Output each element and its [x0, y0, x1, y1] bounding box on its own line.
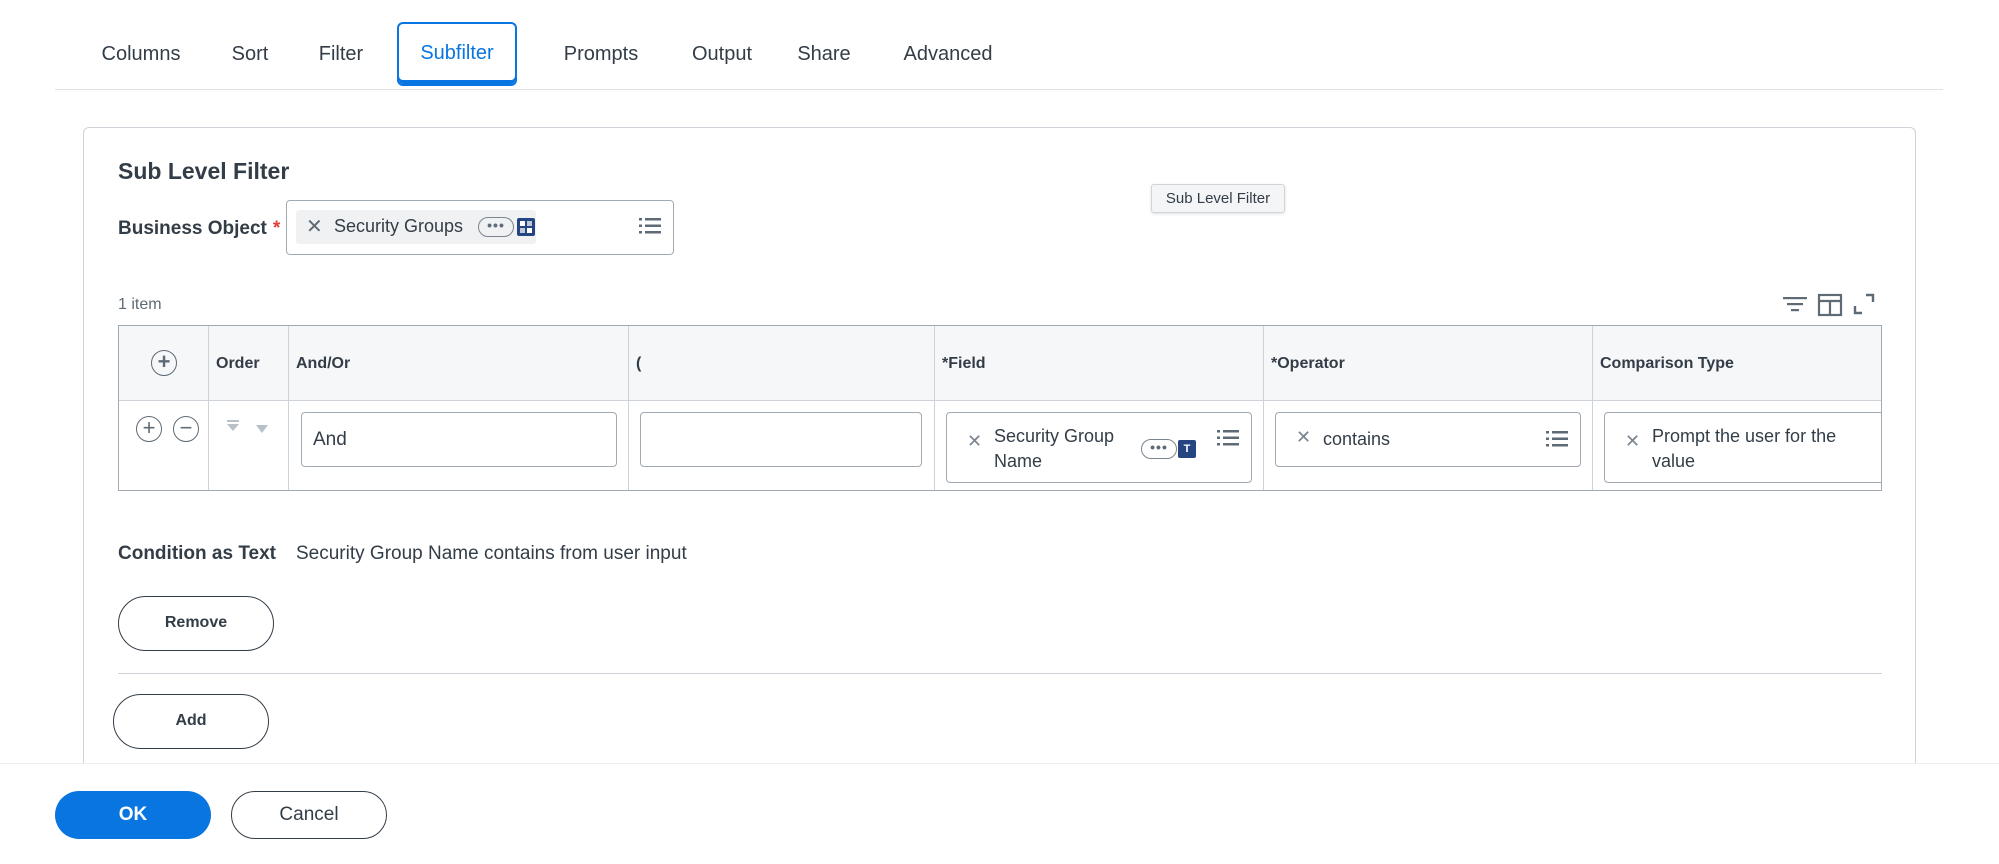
required-asterisk: * — [272, 218, 281, 239]
business-object-field[interactable]: ✕ Security Groups ••• — [286, 200, 674, 255]
remove-icon[interactable]: ✕ — [1625, 431, 1640, 452]
remove-icon[interactable]: ✕ — [967, 431, 982, 452]
business-object-value: Security Groups — [334, 216, 464, 236]
tooltip: Sub Level Filter — [1151, 184, 1285, 213]
tab-prompts[interactable]: Prompts — [536, 22, 666, 86]
item-count: 1 item — [118, 296, 162, 313]
field-value: Security Group Name — [994, 426, 1115, 471]
list-prompt-icon[interactable] — [1217, 428, 1239, 448]
tab-columns[interactable]: Columns — [91, 22, 191, 86]
move-bottom-icon[interactable] — [255, 421, 269, 439]
sub-level-filter-card: Sub Level Filter Business Object * ✕ Secu… — [83, 127, 1916, 864]
header-order: Order — [209, 326, 289, 401]
operator-value: contains — [1323, 429, 1391, 449]
tab-sort[interactable]: Sort — [220, 22, 280, 86]
tab-filter[interactable]: Filter — [306, 22, 376, 86]
operator-cell: ✕ contains — [1264, 401, 1593, 490]
footer-bar: OK Cancel — [0, 763, 1999, 864]
card-title: Sub Level Filter — [118, 158, 290, 184]
open-paren-input[interactable] — [640, 412, 922, 467]
divider — [118, 673, 1882, 674]
related-actions-icon[interactable]: ••• — [478, 217, 514, 237]
comparison-type-prompt[interactable]: ✕ Prompt the user for the value ⋮ — [1604, 412, 1881, 483]
condition-as-text-label: Condition as Text — [118, 543, 276, 564]
text-type-icon: T — [1178, 440, 1196, 458]
list-prompt-icon[interactable] — [639, 216, 661, 236]
add-row-icon[interactable]: + — [151, 350, 177, 376]
field-prompt[interactable]: ✕ Security Group Name ••• T — [946, 412, 1252, 483]
table-row: + − And ✕ Security Group Name ••• T ✕ co… — [119, 401, 1881, 490]
remove-icon[interactable]: ✕ — [306, 214, 323, 239]
add-button[interactable]: Add — [113, 694, 269, 749]
header-comparison-type: Comparison Type — [1600, 355, 1734, 372]
ok-button[interactable]: OK — [55, 791, 211, 839]
business-object-label: Business Object * — [118, 218, 280, 240]
field-cell: ✕ Security Group Name ••• T — [935, 401, 1264, 490]
open-paren-cell — [629, 401, 935, 490]
condition-as-text-value: Security Group Name contains from user i… — [296, 543, 687, 564]
row-actions-cell: + − — [119, 401, 209, 490]
tab-advanced[interactable]: Advanced — [881, 22, 1015, 86]
tab-share[interactable]: Share — [774, 22, 874, 86]
comparison-type-value: Prompt the user for the value — [1652, 426, 1837, 471]
business-object-type-icon — [517, 218, 535, 236]
business-object-pill: ✕ Security Groups ••• — [296, 210, 536, 244]
add-row-icon[interactable]: + — [136, 416, 162, 442]
column-layout-icon[interactable] — [1817, 292, 1843, 318]
header-add-cell: + — [119, 326, 209, 401]
comparison-type-cell: ✕ Prompt the user for the value ⋮ — [1593, 401, 1881, 490]
operator-prompt[interactable]: ✕ contains — [1275, 412, 1581, 467]
header-open-paren: ( — [629, 326, 935, 401]
subfilter-grid: + Order And/Or ( *Field *Operator Compar… — [118, 325, 1882, 491]
header-and-or: And/Or — [289, 326, 629, 401]
business-object-label-text: Business Object — [118, 218, 267, 239]
remove-button[interactable]: Remove — [118, 596, 274, 651]
remove-row-icon[interactable]: − — [173, 416, 199, 442]
grid-header-row: + Order And/Or ( *Field *Operator Compar… — [119, 326, 1881, 401]
header-operator: *Operator — [1264, 326, 1593, 401]
tab-bar: Columns Sort Filter Subfilter Prompts Ou… — [55, 20, 1943, 90]
remove-icon[interactable]: ✕ — [1296, 427, 1311, 448]
tab-output[interactable]: Output — [668, 22, 776, 86]
cancel-button[interactable]: Cancel — [231, 791, 387, 839]
list-prompt-icon[interactable]: ⋮ — [1877, 430, 1881, 451]
order-cell — [209, 401, 289, 490]
move-down-icon[interactable] — [225, 419, 241, 437]
tab-subfilter[interactable]: Subfilter — [397, 22, 517, 86]
filter-icon[interactable] — [1782, 292, 1808, 318]
related-actions-icon[interactable]: ••• — [1141, 439, 1177, 459]
header-field: *Field — [935, 326, 1264, 401]
expand-icon[interactable] — [1852, 292, 1876, 318]
and-or-input[interactable]: And — [301, 412, 617, 467]
list-prompt-icon[interactable] — [1546, 429, 1568, 449]
and-or-cell: And — [289, 401, 629, 490]
